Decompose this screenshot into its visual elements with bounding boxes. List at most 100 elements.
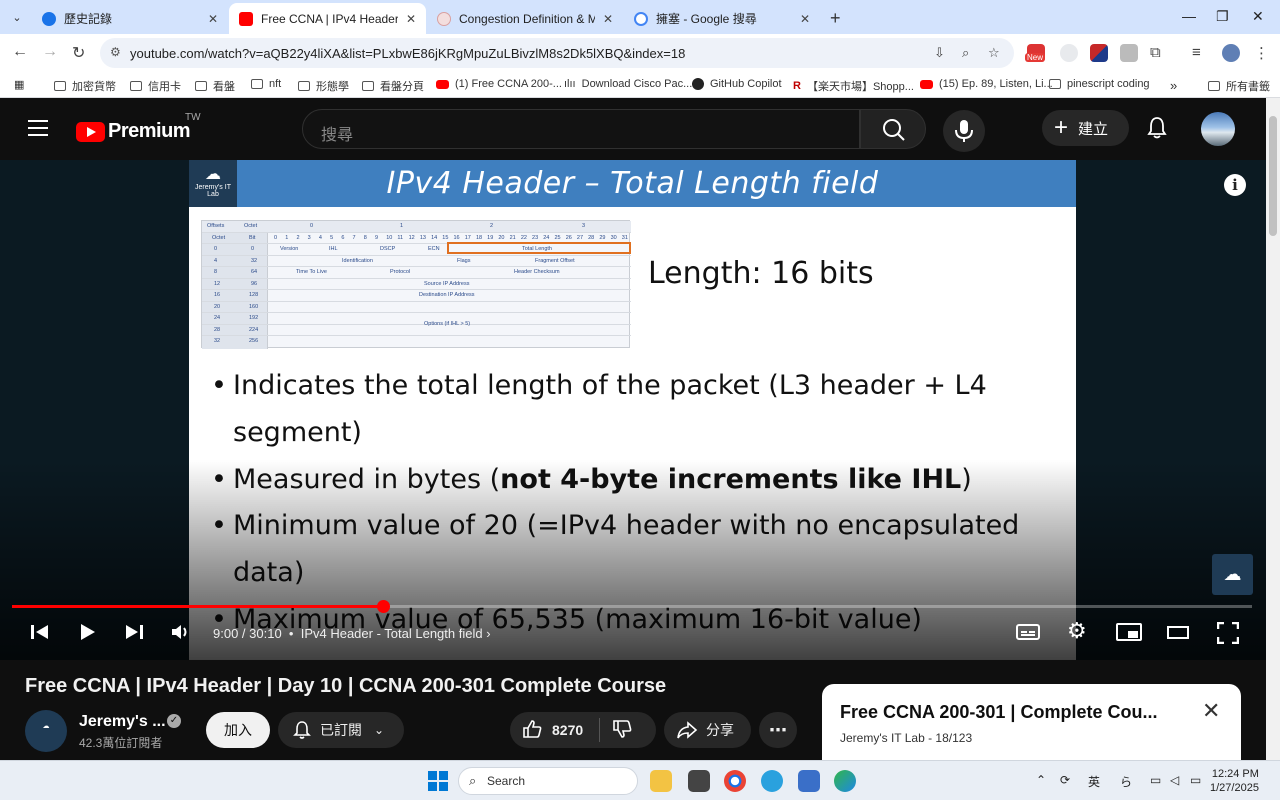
account-avatar[interactable] xyxy=(1201,112,1235,146)
fullscreen-button[interactable] xyxy=(1216,621,1240,649)
bookmark-link[interactable]: (1) Free CCNA 200-... xyxy=(436,78,562,90)
telegram-icon[interactable] xyxy=(761,770,783,792)
channel-name[interactable]: Jeremy's ... xyxy=(79,713,166,731)
address-bar[interactable]: ⚙ youtube.com/watch?v=aQB22y4liXA&list=P… xyxy=(100,38,1014,68)
chevron-down-icon: ⌄ xyxy=(374,723,385,737)
table-cell: 32 xyxy=(214,338,221,344)
bookmark-link[interactable]: (15) Ep. 89, Listen, Li... xyxy=(920,78,1053,90)
site-info-icon[interactable]: ⚙ xyxy=(110,45,121,59)
bookmarks-more-button[interactable]: » xyxy=(1170,78,1177,93)
extensions-puzzle-icon[interactable]: ⧉ xyxy=(1150,44,1168,62)
close-icon[interactable]: ✕ xyxy=(208,12,218,26)
page-scrollbar[interactable] xyxy=(1266,98,1280,760)
bookmark-link[interactable]: ılıı Download Cisco Pac... xyxy=(564,78,692,90)
dislike-button[interactable] xyxy=(612,719,634,742)
battery-icon[interactable]: ▭ xyxy=(1190,773,1201,787)
profile-avatar[interactable] xyxy=(1222,44,1240,62)
forward-icon[interactable]: → xyxy=(42,43,58,61)
play-button[interactable] xyxy=(78,622,98,647)
bookmark-folder[interactable]: 看盤 xyxy=(195,78,235,94)
previous-button[interactable] xyxy=(30,622,50,647)
new-tab-button[interactable]: + xyxy=(830,8,841,29)
volume-button[interactable] xyxy=(170,622,194,647)
tab-history[interactable]: 歷史記錄 ✕ xyxy=(32,3,228,34)
taskbar-search-input[interactable]: ⌕ Search xyxy=(458,767,638,795)
bookmark-folder[interactable]: 加密貨幣 xyxy=(54,78,116,94)
notifications-bell-icon[interactable] xyxy=(1146,116,1168,145)
progress-scrubber[interactable] xyxy=(376,600,390,613)
hamburger-menu-icon[interactable] xyxy=(28,120,48,141)
miniplayer-button[interactable] xyxy=(1116,622,1142,647)
close-icon[interactable]: ✕ xyxy=(800,12,810,26)
join-button[interactable]: 加入 xyxy=(206,712,270,748)
tab-youtube-active[interactable]: Free CCNA | IPv4 Header | Day 1 ✕ xyxy=(229,3,426,34)
back-icon[interactable]: ← xyxy=(12,43,28,61)
file-explorer-icon[interactable] xyxy=(650,770,672,792)
taskbar-clock[interactable]: 12:24 PM 1/27/2025 xyxy=(1210,767,1259,795)
table-cell: IHL xyxy=(329,246,338,252)
slide-title: IPv4 Header – Total Length field xyxy=(386,166,879,201)
create-button[interactable]: + 建立 xyxy=(1042,110,1129,146)
channel-watermark-icon[interactable]: ☁ xyxy=(1212,554,1253,595)
notepad-icon[interactable] xyxy=(798,770,820,792)
edge-icon[interactable] xyxy=(834,770,856,792)
apps-grid-icon[interactable]: ▦ xyxy=(14,78,24,91)
scrollbar-thumb[interactable] xyxy=(1269,116,1277,236)
bookmark-folder[interactable]: nft xyxy=(251,78,281,90)
menu-dots-icon[interactable]: ⋮ xyxy=(1254,44,1272,62)
close-icon[interactable]: ✕ xyxy=(1202,698,1220,724)
youtube-logo[interactable]: Premium TW xyxy=(76,112,201,143)
tab-search-chevron-icon[interactable]: ⌄ xyxy=(6,6,28,28)
playlist-subtitle: Jeremy's IT Lab - 18/123 xyxy=(840,731,973,745)
share-button[interactable]: 分享 xyxy=(664,712,751,748)
extension-flag-icon[interactable] xyxy=(1090,44,1108,62)
tab-google-search[interactable]: 擁塞 - Google 搜尋 ✕ xyxy=(624,3,820,34)
extension-gray-icon[interactable] xyxy=(1120,44,1138,62)
voice-search-button[interactable] xyxy=(943,110,985,152)
like-button[interactable] xyxy=(522,719,544,742)
all-bookmarks-folder[interactable]: 所有書籤 xyxy=(1208,78,1270,94)
window-close-icon[interactable]: ✕ xyxy=(1252,8,1264,25)
playlist-title[interactable]: Free CCNA 200-301 | Complete Cou... xyxy=(840,702,1157,723)
close-icon[interactable]: ✕ xyxy=(603,12,613,26)
more-actions-button[interactable]: ⋯ xyxy=(759,712,797,748)
search-input[interactable]: 搜尋 xyxy=(302,109,860,149)
bookmark-folder[interactable]: 信用卡 xyxy=(130,78,181,94)
channel-avatar[interactable]: ☁ xyxy=(25,710,67,752)
settings-gear-icon[interactable]: ⚙ xyxy=(1067,618,1087,644)
app-icon[interactable] xyxy=(688,770,710,792)
restore-icon[interactable]: ❐ xyxy=(1216,8,1229,25)
reload-icon[interactable]: ↻ xyxy=(72,43,85,63)
install-app-icon[interactable]: ⇩ xyxy=(934,45,945,61)
bookmark-folder[interactable]: pinescript coding xyxy=(1049,78,1150,90)
bookmark-star-icon[interactable]: ☆ xyxy=(988,45,1000,61)
tab-congestion[interactable]: Congestion Definition & Meanin ✕ xyxy=(427,3,623,34)
subscribed-button[interactable]: 已訂閱 ⌄ xyxy=(278,712,404,748)
progress-bar[interactable] xyxy=(12,600,1252,613)
chapter-title[interactable]: IPv4 Header - Total Length field xyxy=(301,626,483,641)
subtitles-button[interactable] xyxy=(1016,622,1040,647)
chrome-icon[interactable] xyxy=(724,770,746,792)
bookmark-folder[interactable]: 看盤分頁 xyxy=(362,78,424,94)
search-button[interactable] xyxy=(860,109,926,149)
display-icon[interactable]: ▭ xyxy=(1150,773,1161,787)
minimize-icon[interactable]: — xyxy=(1182,8,1196,24)
tray-sync-icon[interactable]: ⟳ xyxy=(1060,773,1070,787)
ime-language[interactable]: 英 xyxy=(1088,773,1100,790)
tray-chevron-up-icon[interactable]: ⌃ xyxy=(1036,773,1046,787)
theater-mode-button[interactable] xyxy=(1167,622,1189,647)
media-icon[interactable]: ≡ xyxy=(1192,44,1210,62)
extension-new-icon[interactable]: New xyxy=(1025,44,1046,62)
close-icon[interactable]: ✕ xyxy=(406,12,416,26)
windows-start-icon[interactable] xyxy=(427,770,449,792)
ime-mode-icon[interactable]: ら xyxy=(1120,773,1132,790)
bookmark-link[interactable]: GitHub Copilot xyxy=(692,78,782,90)
bookmark-link[interactable]: R 【楽天市場】Shopp... xyxy=(793,78,914,94)
video-player[interactable]: IPv4 Header – Total Length field ☁ Jerem… xyxy=(0,160,1266,660)
zoom-icon[interactable]: ⌕ xyxy=(962,45,969,61)
extension-icon[interactable] xyxy=(1060,44,1078,62)
info-icon[interactable]: i xyxy=(1224,174,1246,196)
bookmark-folder[interactable]: 形態學 xyxy=(298,78,349,94)
next-button[interactable] xyxy=(124,622,144,647)
speaker-icon[interactable]: ◁ xyxy=(1170,773,1179,787)
